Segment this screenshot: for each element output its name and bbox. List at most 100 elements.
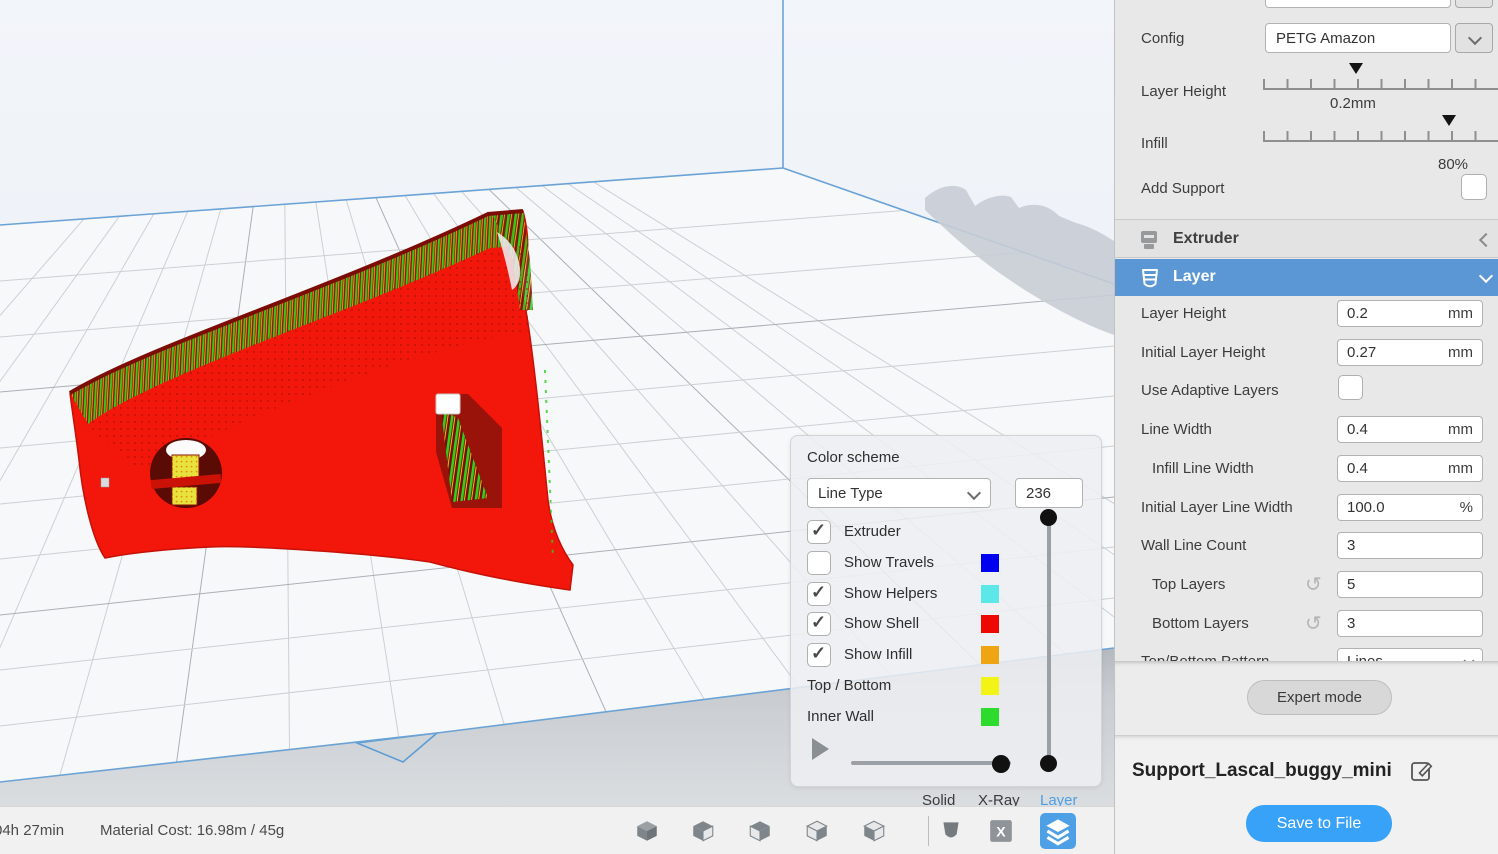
expert-mode-button[interactable]: Expert mode	[1247, 680, 1392, 715]
layer-range-slider-track[interactable]	[1047, 516, 1051, 764]
layer-height-slider-label: Layer Height	[1141, 83, 1227, 100]
setting-unit: mm	[1448, 343, 1473, 361]
setting-value: Lines	[1347, 653, 1383, 661]
color-scheme-item-label: Show Infill	[844, 646, 913, 664]
top-clipped-select[interactable]	[1265, 0, 1451, 8]
color-scheme-select[interactable]: Line Type	[807, 478, 991, 508]
setting-checkbox[interactable]	[1338, 375, 1363, 401]
visibility-checkbox[interactable]	[807, 643, 831, 668]
expert-mode-area: Expert mode	[1115, 661, 1498, 736]
setting-label: Infill Line Width	[1152, 459, 1254, 477]
status-bar: 04h 27min Material Cost: 16.98m / 45g X	[0, 806, 1114, 854]
edit-name-icon[interactable]	[1409, 757, 1435, 783]
layer-height-slider-marker[interactable]	[1349, 63, 1363, 74]
setting-row: Initial Layer Line Width 100.0%	[1115, 490, 1498, 528]
setting-value: 0.4	[1347, 421, 1368, 439]
setting-value: 3	[1347, 537, 1356, 555]
setting-input[interactable]: 0.4 mm	[1337, 416, 1483, 444]
visibility-checkbox[interactable]	[807, 581, 831, 606]
setting-label: Bottom Layers	[1152, 614, 1249, 632]
visibility-checkbox[interactable]	[807, 612, 831, 637]
infill-slider-marker[interactable]	[1442, 115, 1456, 126]
path-slider-handle[interactable]	[992, 755, 1010, 773]
infill-slider-label: Infill	[1141, 135, 1168, 152]
color-scheme-item-label: Extruder	[844, 523, 901, 540]
svg-text:X: X	[996, 823, 1006, 839]
color-scheme-value: Line Type	[818, 485, 883, 502]
add-support-label: Add Support	[1141, 180, 1225, 197]
setting-input[interactable]: 3	[1337, 609, 1483, 637]
view-left-icon[interactable]	[804, 818, 830, 844]
print-time: 04h 27min	[0, 822, 65, 839]
section-extruder-label: Extruder	[1173, 230, 1239, 247]
reset-value-icon[interactable]: ↺	[1305, 572, 1322, 597]
layer-height-slider[interactable]	[1263, 76, 1498, 90]
color-scheme-options: Extruder Show Travels Show Helpers Show She…	[791, 518, 1101, 736]
top-clipped-select-button[interactable]	[1455, 0, 1493, 8]
config-select-button[interactable]	[1455, 23, 1493, 53]
section-extruder[interactable]: Extruder	[1115, 219, 1498, 258]
setting-row: Wall Line Count 3	[1115, 528, 1498, 566]
save-to-file-button[interactable]: Save to File	[1246, 805, 1392, 842]
setting-value: 3	[1347, 614, 1356, 632]
setting-input[interactable]: 5	[1337, 570, 1483, 598]
setting-label: Layer Height	[1141, 305, 1227, 322]
play-icon[interactable]	[812, 738, 829, 760]
color-scheme-row: Show Shell	[791, 610, 1101, 640]
project-name: Support_Lascal_buggy_mini	[1132, 760, 1392, 781]
layer-number-input[interactable]: 236	[1015, 478, 1083, 508]
view-top-icon[interactable]	[747, 818, 773, 844]
setting-row: Initial Layer Height 0.27 mm	[1115, 335, 1498, 373]
color-scheme-title: Color scheme	[807, 449, 900, 466]
layer-slider-top-handle[interactable]	[1040, 509, 1057, 526]
setting-select[interactable]: Lines	[1337, 648, 1483, 661]
chevron-down-icon	[1467, 30, 1483, 46]
setting-label: Wall Line Count	[1141, 537, 1247, 555]
infill-slider[interactable]	[1263, 128, 1498, 142]
setting-input[interactable]: 0.27 mm	[1337, 338, 1483, 366]
color-scheme-item-label: Top / Bottom	[807, 677, 892, 694]
setting-value: 5	[1347, 575, 1356, 593]
setting-row: Infill Line Width 0.4 mm	[1115, 451, 1498, 489]
color-scheme-row: Show Travels	[791, 549, 1101, 579]
add-support-checkbox[interactable]	[1461, 174, 1487, 200]
setting-input[interactable]: 0.4 mm	[1337, 454, 1483, 482]
color-scheme-panel: Color scheme Line Type 236 Extruder Show …	[790, 435, 1102, 787]
color-swatch	[981, 615, 999, 634]
section-layer[interactable]: Layer	[1115, 259, 1498, 296]
setting-row: Bottom Layers ↺ 3	[1115, 606, 1498, 644]
setting-row: Line Width 0.4 mm	[1115, 412, 1498, 450]
xray-view-icon[interactable]: X	[988, 818, 1014, 844]
path-slider-track[interactable]	[851, 761, 1011, 765]
setting-unit: mm	[1448, 421, 1473, 439]
visibility-checkbox[interactable]	[807, 520, 831, 544]
setting-label: Line Width	[1141, 421, 1212, 439]
layer-height-slider-value: 0.2mm	[1330, 95, 1376, 112]
color-scheme-item-label: Show Shell	[844, 615, 920, 633]
view-front-icon[interactable]	[690, 818, 716, 844]
color-swatch	[981, 707, 999, 726]
chevron-down-icon	[966, 485, 982, 501]
slicer-application: Solid X-Ray Layer Color scheme Line Type…	[0, 0, 1498, 854]
visibility-checkbox[interactable]	[807, 550, 831, 575]
layer-view-icon[interactable]	[1040, 813, 1076, 849]
setting-row: Use Adaptive Layers	[1115, 373, 1498, 411]
setting-input[interactable]: 100.0%	[1337, 493, 1483, 521]
config-select[interactable]: PETG Amazon	[1265, 23, 1451, 53]
config-value: PETG Amazon	[1276, 30, 1376, 47]
layer-number-value: 236	[1026, 485, 1052, 502]
setting-input[interactable]: 0.2 mm	[1337, 300, 1483, 327]
setting-value: 0.27	[1347, 343, 1377, 361]
toolbar-divider	[928, 816, 929, 846]
view-right-icon[interactable]	[861, 818, 887, 844]
material-cost: Material Cost: 16.98m / 45g	[100, 822, 285, 839]
view-3d-icon[interactable]	[634, 818, 660, 844]
setting-unit: mm	[1448, 459, 1473, 477]
setting-input[interactable]: 3	[1337, 532, 1483, 560]
reset-value-icon[interactable]: ↺	[1305, 611, 1322, 636]
color-swatch	[981, 677, 999, 695]
solid-view-icon[interactable]	[938, 818, 964, 844]
layer-slider-bottom-handle[interactable]	[1040, 755, 1057, 772]
extruder-icon	[1141, 231, 1157, 249]
color-scheme-row: Inner Wall	[791, 703, 1101, 733]
